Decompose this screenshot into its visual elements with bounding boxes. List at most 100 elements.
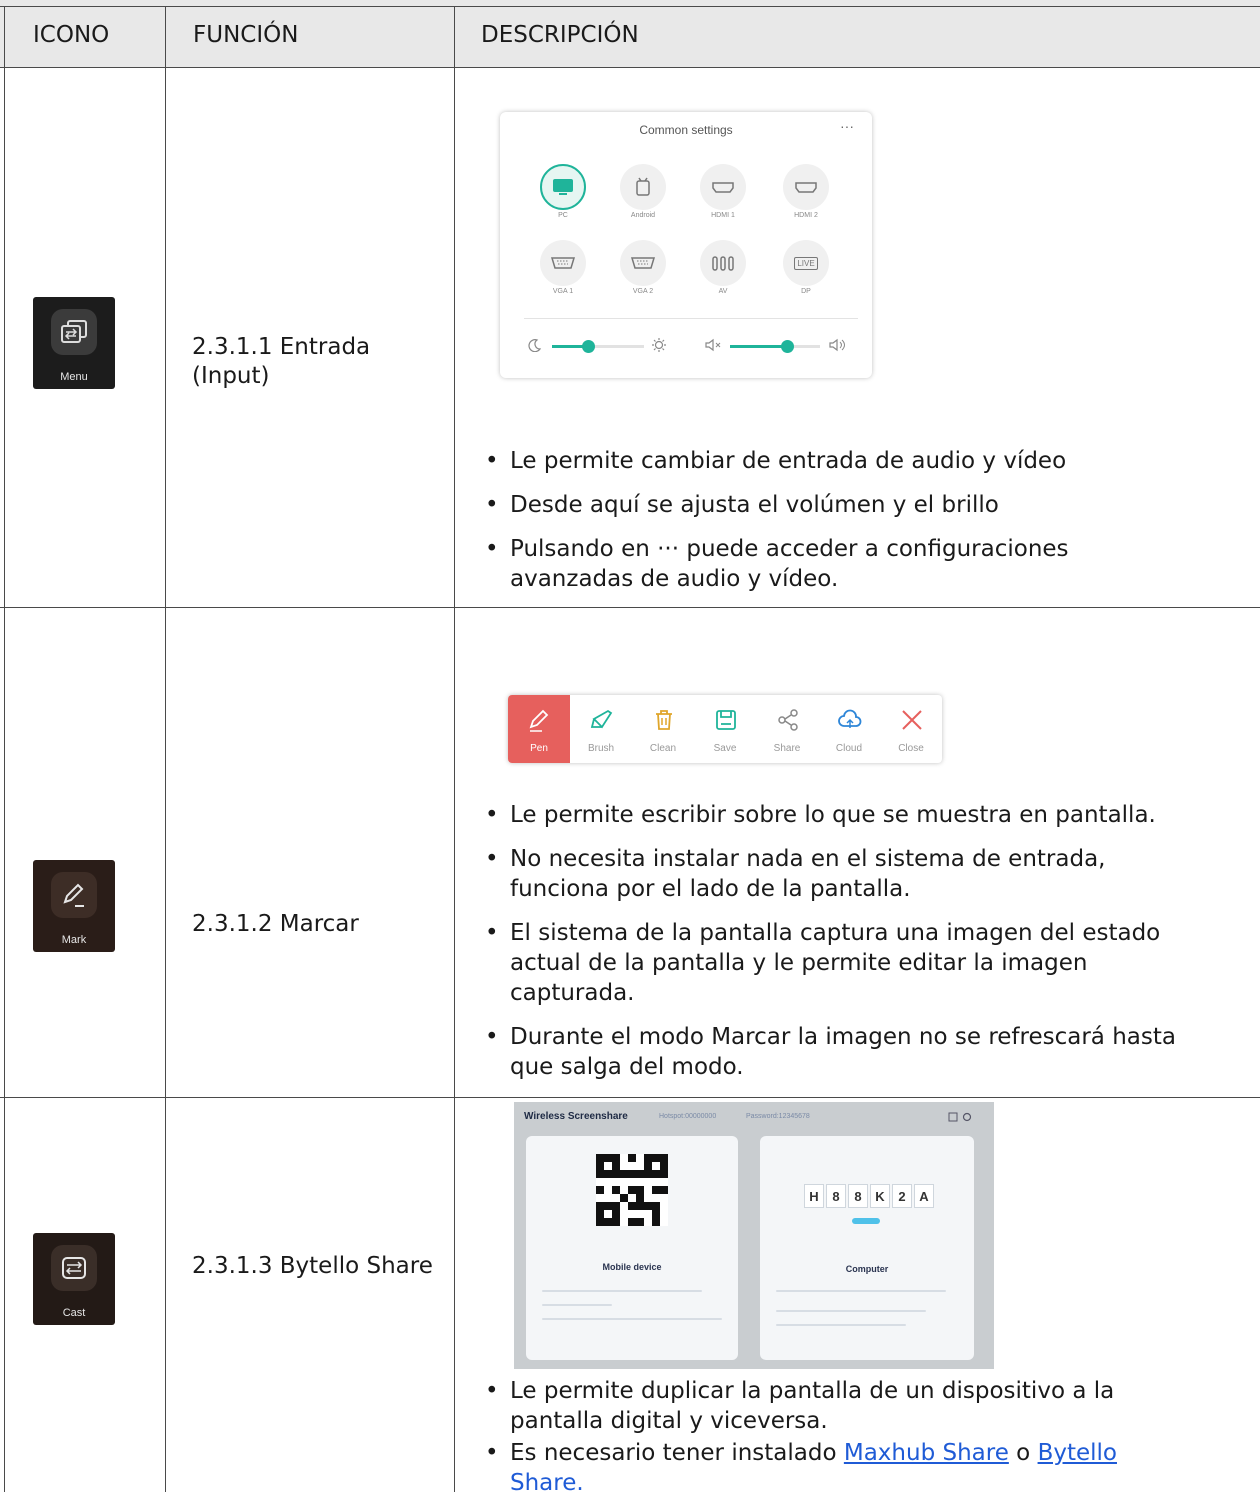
table-col-divider-1 [165, 6, 166, 1492]
tool-save[interactable]: Save [694, 695, 756, 763]
source-dp[interactable]: LIVE [783, 240, 829, 286]
list-item: Le permite duplicar la pantalla de un di… [483, 1376, 1163, 1436]
cast-icon [51, 1245, 97, 1291]
source-vga2[interactable] [620, 240, 666, 286]
settings-title: Common settings [639, 123, 733, 137]
list-item: Pulsando en ··· puede acceder a configur… [483, 534, 1123, 594]
qr-code-icon [596, 1154, 668, 1226]
code-char: 8 [826, 1184, 846, 1208]
source-pc[interactable] [540, 164, 586, 210]
cloud-icon [838, 709, 862, 728]
mute-icon [705, 338, 721, 352]
source-hdmi1[interactable] [700, 164, 746, 210]
list-item: Le permite escribir sobre lo que se mues… [483, 800, 1243, 830]
tool-brush[interactable]: Brush [570, 695, 632, 763]
more-options-icon[interactable]: ··· [840, 118, 854, 134]
settings-icon[interactable] [962, 1112, 972, 1122]
row3-description-list: Le permite duplicar la pantalla de un di… [483, 1376, 1243, 1492]
source-vga1[interactable] [540, 240, 586, 286]
tool-close-label: Close [898, 743, 924, 754]
row2-description-list: Le permite escribir sobre lo que se mues… [483, 800, 1243, 1096]
brush-icon [590, 709, 613, 729]
tool-share[interactable]: Share [756, 695, 818, 763]
instruction-line [776, 1290, 946, 1292]
mobile-device-card: Mobile device [526, 1136, 738, 1360]
source-android[interactable] [620, 164, 666, 210]
table-border-row2-bottom [0, 1097, 1260, 1098]
install-text: Es necesario tener instalado [510, 1440, 844, 1466]
or-text: o [1008, 1440, 1038, 1466]
help-icon[interactable] [948, 1112, 958, 1122]
maxhub-share-link[interactable]: Maxhub Share [844, 1440, 1009, 1466]
tool-clean[interactable]: Clean [632, 695, 694, 763]
source-hdmi2[interactable] [783, 164, 829, 210]
tool-clean-label: Clean [649, 743, 677, 754]
volume-slider[interactable] [730, 340, 820, 353]
list-item: El sistema de la pantalla captura una im… [483, 918, 1203, 1008]
list-item: Le permite cambiar de entrada de audio y… [483, 446, 1243, 476]
list-item: No necesita instalar nada en el sistema … [483, 844, 1163, 904]
computer-card: H 8 8 K 2 A Computer [760, 1136, 974, 1360]
volume-slider-knob[interactable] [781, 340, 794, 353]
menu-app-icon: Menu [33, 297, 115, 389]
instruction-line [776, 1324, 906, 1326]
brightness-slider[interactable] [552, 340, 644, 353]
code-char: 2 [892, 1184, 912, 1208]
list-item: Desde aquí se ajusta el volúmen y el bri… [483, 490, 1243, 520]
header-descripcion: DESCRIPCIÓN [481, 22, 639, 48]
tool-brush-label: Brush [587, 743, 615, 754]
input-switch-icon [51, 309, 97, 355]
cast-app-icon: Cast [33, 1233, 115, 1325]
row1-description-list: Le permite cambiar de entrada de audio y… [483, 446, 1243, 608]
computer-title: Computer [845, 1264, 889, 1274]
close-icon [902, 710, 922, 730]
table-border-header-bottom [0, 67, 1260, 68]
screenshare-title: Wireless Screenshare [524, 1111, 628, 1122]
wireless-screenshare-panel: Wireless Screenshare Hotspot:00000000 Pa… [514, 1102, 994, 1369]
code-refresh-button[interactable] [852, 1218, 880, 1224]
password-label: Password:12345678 [746, 1113, 810, 1120]
source-hdmi2-label: HDMI 2 [794, 212, 818, 219]
instruction-line [542, 1290, 702, 1292]
save-icon [716, 710, 736, 730]
tool-close[interactable]: Close [880, 695, 942, 763]
table-col-divider-2 [454, 6, 455, 1492]
table-border-left [4, 6, 5, 1492]
settings-divider [524, 318, 858, 319]
source-vga1-label: VGA 1 [552, 288, 574, 295]
function-marcar-label: 2.3.1.2 Marcar [192, 911, 359, 937]
volume-slider-fill [730, 345, 787, 348]
source-av-label: AV [718, 288, 728, 295]
function-entrada-label: 2.3.1.1 Entrada (Input) [192, 334, 371, 389]
mark-toolbar: Pen Brush Clean Save Share Cloud Close [508, 695, 942, 763]
source-pc-label: PC [558, 212, 568, 219]
pen-icon [529, 709, 549, 732]
tool-save-label: Save [713, 743, 737, 754]
common-settings-panel: Common settings ··· PC Android HDMI 1 HD… [500, 112, 872, 378]
source-android-label: Android [630, 212, 656, 219]
brightness-slider-knob[interactable] [582, 340, 595, 353]
source-hdmi1-label: HDMI 1 [711, 212, 735, 219]
code-char: A [914, 1184, 934, 1208]
source-av[interactable] [700, 240, 746, 286]
cast-icon-caption: Cast [62, 1307, 86, 1319]
mobile-device-title: Mobile device [602, 1262, 662, 1272]
table-border-top [0, 6, 1260, 7]
mark-icon-caption: Mark [61, 934, 87, 946]
code-char: H [804, 1184, 824, 1208]
tool-cloud-label: Cloud [835, 743, 863, 754]
share-icon [778, 709, 798, 731]
source-dp-label: DP [801, 288, 811, 295]
list-item-links: Es necesario tener instalado Maxhub Shar… [483, 1438, 1163, 1492]
tool-pen[interactable]: Pen [508, 695, 570, 763]
speaker-icon [829, 338, 845, 352]
header-icono: ICONO [33, 22, 110, 48]
moon-icon [528, 339, 542, 352]
menu-icon-caption: Menu [60, 371, 88, 383]
trash-icon [656, 710, 672, 730]
code-char: K [870, 1184, 890, 1208]
pencil-icon [51, 872, 97, 918]
instruction-line [542, 1304, 612, 1306]
tool-cloud[interactable]: Cloud [818, 695, 880, 763]
function-entrada: 2.3.1.1 Entrada (Input) [192, 333, 442, 391]
